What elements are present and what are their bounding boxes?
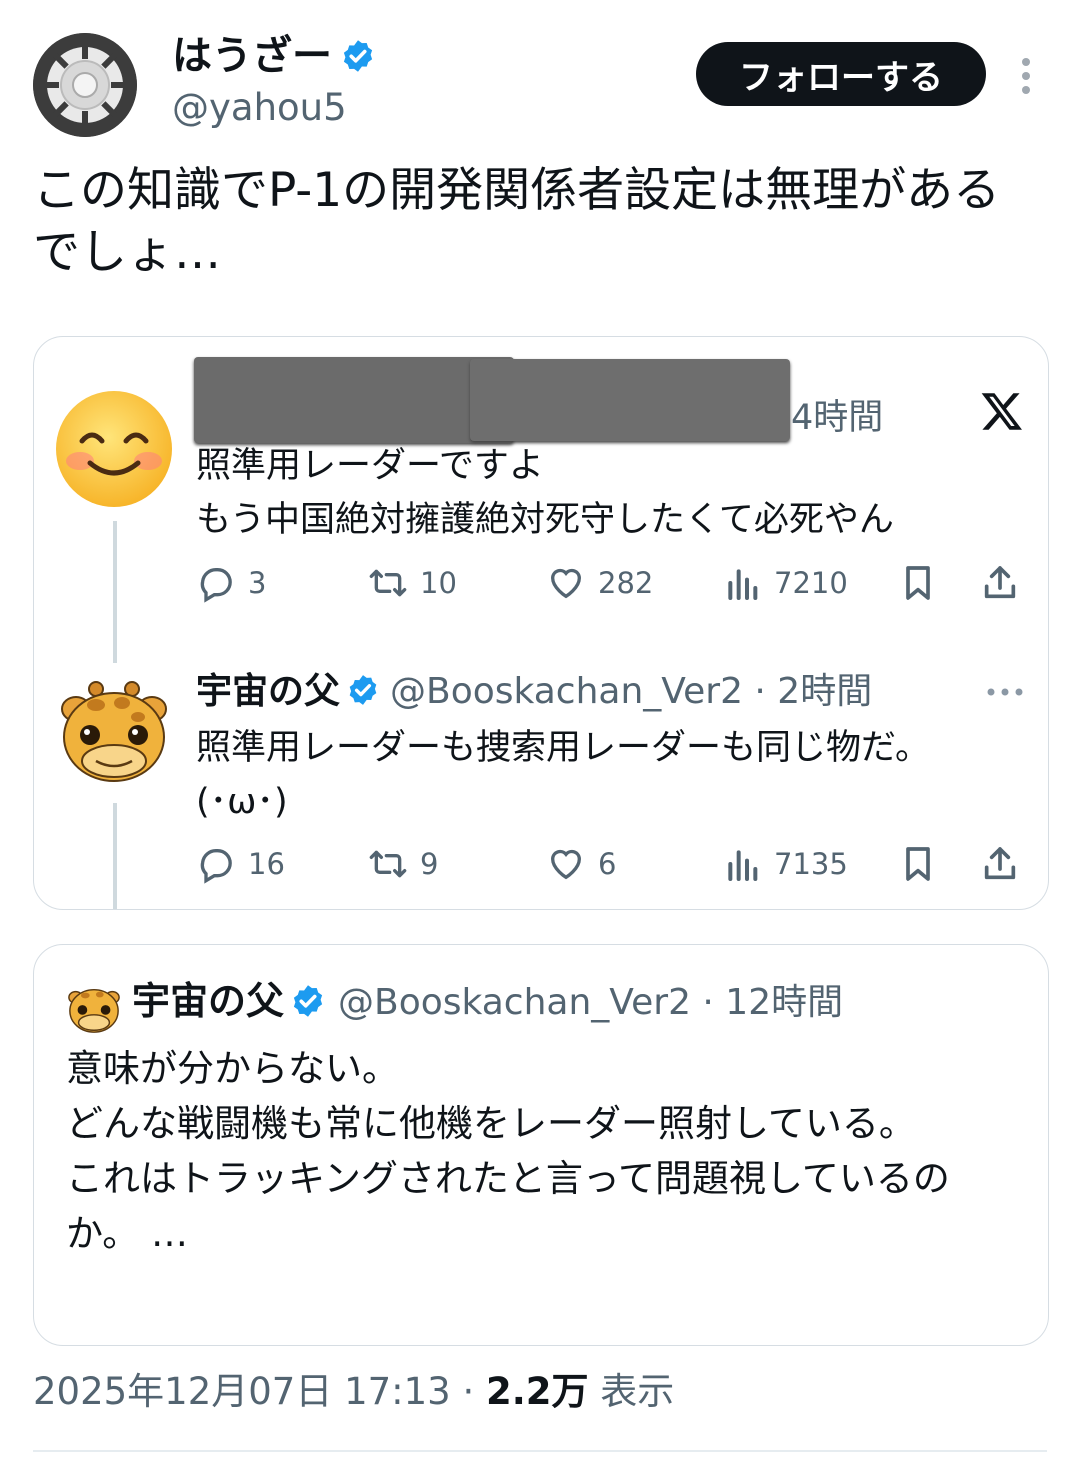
share-icon [984,566,1016,599]
retweet-button[interactable]: 10 [368,563,457,603]
giraffe-avatar [68,988,120,1033]
x-logo-icon [981,393,1022,430]
like-button[interactable]: 6 [546,844,616,884]
share-button[interactable] [980,563,1032,603]
reply-text: 照準用レーダーですよ もう中国絶対擁護絶対死守したくて必死やん [196,446,894,540]
share-icon [984,847,1016,880]
thread-line [113,803,117,909]
quoted-text: 意味が分からない。 どんな戦闘機も常に他機をレーダー照射している。 これはトラッ… [66,1047,950,1255]
author-handle[interactable]: @yahou5 [172,84,347,132]
quoted-author-name: 宇宙の父 [132,979,285,1023]
reply-time: 4時間 [791,398,884,438]
giraffe-avatar [57,676,171,790]
view-label: 表示 [588,1370,675,1413]
views-button[interactable]: 7135 [722,844,848,884]
retweet-count: 9 [420,847,439,881]
quoted-handle-time: @Booskachan_Ver2 · 12時間 [338,982,844,1023]
like-icon [550,568,582,599]
quoted-author[interactable]: 宇宙の父 @Booskachan_Ver2 · 12時間 [132,975,843,1029]
share-button[interactable] [980,844,1032,884]
tweet-timestamp[interactable]: 2025年12月07日 17:13 · [33,1370,486,1413]
author-name-text: はうざー [172,33,332,79]
views-icon [728,569,758,600]
verified-icon [343,40,373,72]
attached-image[interactable]: 4時間 照準用レーダーですよ もう中国絶対擁護絶対死守したくて必死やん 3 10… [33,336,1049,910]
like-button[interactable]: 282 [546,563,653,603]
divider [33,1450,1047,1452]
verified-icon [293,985,323,1017]
reply-author[interactable]: 宇宙の父 @Booskachan_Ver2 · 2時間 [196,669,872,715]
more-vertical-icon[interactable] [1014,56,1038,96]
reply-author-name: 宇宙の父 [196,671,341,712]
reply-action-bar: 3 10 282 7210 [196,563,1036,613]
like-count: 6 [598,847,617,881]
views-count: 7210 [774,566,848,600]
reply-text: 照準用レーダーも捜索用レーダーも同じ物だ。 (･ω･) [196,728,930,822]
views-button[interactable]: 7210 [722,563,848,603]
follow-button[interactable]: フォローする [696,42,986,106]
reply-button[interactable]: 3 [196,563,266,603]
views-count: 7135 [774,847,848,881]
bookmark-button[interactable] [898,563,950,603]
more-horizontal-icon[interactable] [986,687,1024,697]
retweet-button[interactable]: 9 [368,844,438,884]
smiling-emoji-avatar [56,391,172,507]
reply-handle-time: @Booskachan_Ver2 · 2時間 [390,671,873,712]
author-avatar[interactable] [33,33,137,137]
view-count: 2.2万 [486,1370,589,1413]
redaction-block [470,359,790,441]
reply-count: 16 [248,847,285,881]
views-icon [728,850,758,881]
like-count: 282 [598,566,654,600]
bookmark-icon [906,847,930,881]
reply-icon [200,567,232,603]
retweet-icon [369,850,407,878]
tweet-text: この知識でP-1の開発関係者設定は無理があるでしょ… [33,163,1001,280]
tweet-meta: 2025年12月07日 17:13 · 2.2万 表示 [33,1366,674,1418]
bookmark-button[interactable] [898,844,950,884]
retweet-icon [369,569,407,597]
bookmark-icon [906,566,930,600]
thread-line [113,521,117,663]
reply-action-bar: 16 9 6 7135 [196,844,1036,894]
reply-button[interactable]: 16 [196,844,285,884]
reply-count: 3 [248,566,267,600]
reply-icon [200,848,232,884]
like-icon [550,849,582,880]
redaction-block [194,357,514,443]
author-display-name[interactable]: はうざー [172,30,376,82]
retweet-count: 10 [420,566,457,600]
verified-icon [349,675,377,705]
quoted-tweet[interactable]: 宇宙の父 @Booskachan_Ver2 · 12時間 意味が分からない。 どん… [33,944,1049,1346]
